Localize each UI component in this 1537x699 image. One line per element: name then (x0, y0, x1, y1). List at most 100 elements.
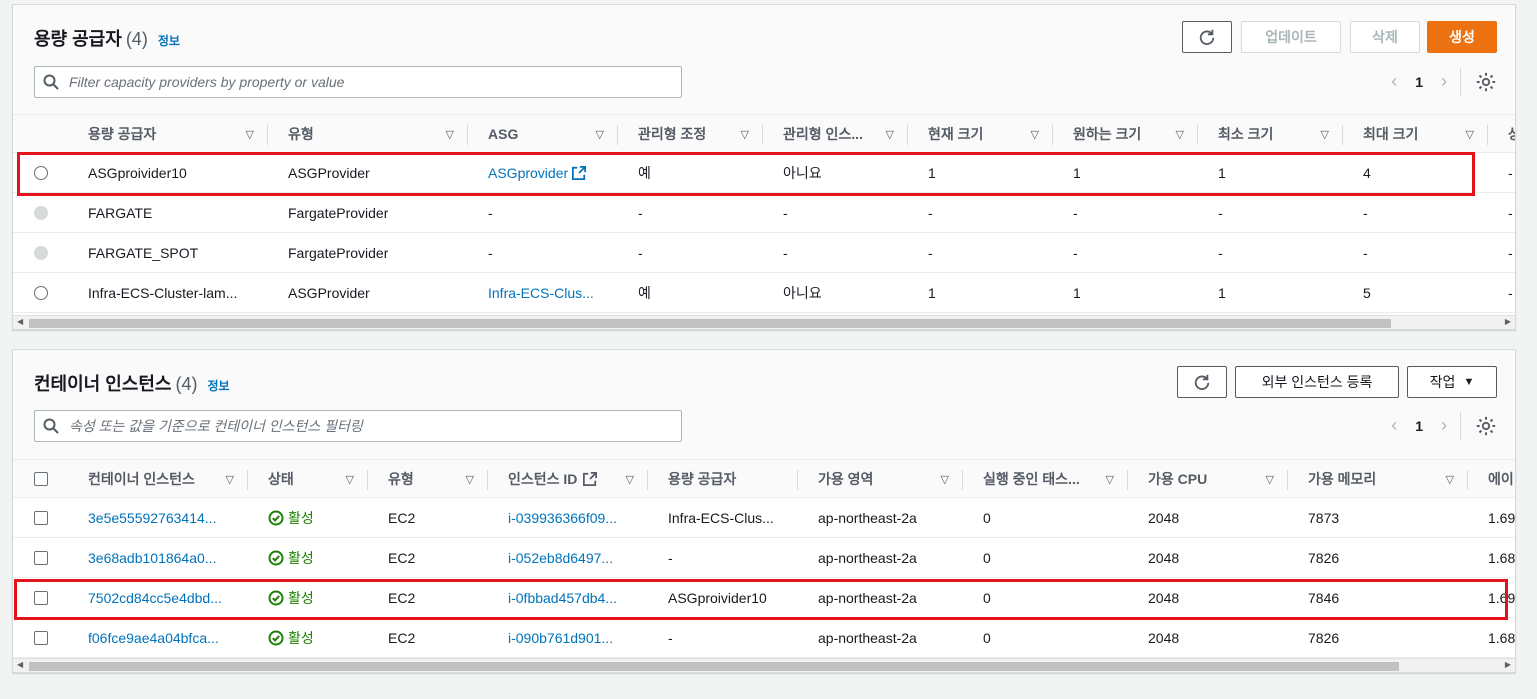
row-checkbox[interactable] (34, 591, 48, 605)
check-circle-icon (268, 510, 284, 526)
column-header[interactable]: 최소 크기 ▽ (1218, 115, 1343, 153)
capacity-providers-filter-input[interactable] (69, 74, 649, 90)
scroll-right-icon[interactable]: ▶ (1505, 317, 1511, 326)
capacity-providers-filter[interactable] (34, 66, 682, 98)
row-checkbox[interactable] (34, 551, 48, 565)
update-button[interactable]: 업데이트 (1241, 21, 1341, 53)
next-page-icon[interactable]: › (1441, 71, 1447, 92)
gear-icon[interactable] (1475, 415, 1497, 437)
column-header[interactable]: 유형 ▽ (388, 460, 488, 498)
capacity-providers-count: (4) (125, 29, 148, 49)
capacity-providers-info-link[interactable]: 정보 (158, 32, 180, 49)
refresh-button[interactable] (1182, 21, 1232, 53)
gear-icon[interactable] (1475, 71, 1497, 93)
register-external-instance-button[interactable]: 외부 인스턴스 등록 (1235, 366, 1399, 398)
external-link-icon (572, 166, 587, 180)
scroll-right-icon[interactable]: ▶ (1505, 660, 1511, 669)
container-instance-link[interactable]: 7502cd84cc5e4dbd... (88, 578, 222, 618)
scroll-left-icon[interactable]: ◀ (17, 317, 23, 326)
capacity-providers-panel: 용량 공급자 (4) 정보 업데이트 삭제 생성 ‹ 1 › 용량 공급자▽ 유… (12, 4, 1516, 330)
row-checkbox[interactable] (34, 511, 48, 525)
column-header[interactable]: 실행 중인 태스... ▽ (983, 460, 1128, 498)
capacity-providers-table: 용량 공급자 ▽ 유형 ▽ ASG ▽ 관리형 조정 ▽ 관리형 인스... ▽ 현재 크… (13, 115, 1515, 313)
next-page-icon[interactable]: › (1441, 415, 1447, 436)
refresh-icon (1194, 374, 1210, 390)
column-header[interactable]: 용량 공급자 ▽ (88, 115, 268, 153)
column-header[interactable]: 유형 ▽ (288, 115, 468, 153)
container-instances-header: 컨테이너 인스턴스 (4) 정보 외부 인스턴스 등록 작업▼ ‹ 1 › (13, 350, 1515, 460)
asg-link[interactable]: ASGprovider (488, 153, 587, 193)
actions-dropdown-button[interactable]: 작업 ▼ (1407, 366, 1497, 398)
table-row[interactable]: Infra-ECS-Cluster-lam... ASGProvider Inf… (13, 273, 1515, 313)
select-all-checkbox[interactable] (34, 472, 48, 486)
column-header[interactable]: 관리형 인스... ▽ (783, 115, 908, 153)
column-header[interactable]: 현재 크기 ▽ (928, 115, 1053, 153)
scroll-left-icon[interactable]: ◀ (17, 660, 23, 669)
container-instances-filter-input[interactable] (69, 418, 649, 434)
current-page[interactable]: 1 (1415, 74, 1423, 90)
column-header[interactable]: 상 (1508, 115, 1515, 153)
pager-divider (1460, 412, 1461, 440)
instance-id-link[interactable]: i-039936366f09... (508, 498, 617, 538)
row-radio (34, 206, 48, 220)
scrollbar-thumb[interactable] (29, 662, 1399, 671)
instance-id-link[interactable]: i-0fbbad457db4... (508, 578, 617, 618)
column-header[interactable]: 가용 메모리 ▽ (1308, 460, 1468, 498)
caret-down-icon: ▼ (1463, 376, 1475, 388)
column-header[interactable]: 가용 영역 ▽ (818, 460, 963, 498)
container-instance-link[interactable]: 3e5e55592763414... (88, 498, 216, 538)
row-radio[interactable] (34, 286, 48, 300)
prev-page-icon[interactable]: ‹ (1391, 415, 1397, 436)
check-circle-icon (268, 590, 284, 606)
column-header[interactable]: 최대 크기 ▽ (1363, 115, 1488, 153)
search-icon (43, 418, 59, 434)
column-header[interactable]: 원하는 크기 ▽ (1073, 115, 1198, 153)
delete-button[interactable]: 삭제 (1350, 21, 1420, 53)
horizontal-scrollbar[interactable]: ◀ ▶ (13, 658, 1515, 672)
instance-id-link[interactable]: i-052eb8d6497... (508, 538, 613, 578)
container-instances-panel: 컨테이너 인스턴스 (4) 정보 외부 인스턴스 등록 작업▼ ‹ 1 › 컨테… (12, 349, 1516, 673)
container-instance-link[interactable]: 3e68adb101864a0... (88, 538, 216, 578)
row-radio[interactable] (34, 166, 48, 180)
container-instances-info-link[interactable]: 정보 (207, 377, 229, 394)
current-page[interactable]: 1 (1415, 418, 1423, 434)
horizontal-scrollbar[interactable]: ◀ ▶ (13, 315, 1515, 329)
refresh-button[interactable] (1177, 366, 1227, 398)
column-header[interactable]: 에이 (1488, 460, 1515, 498)
column-header[interactable]: 용량 공급자 (668, 460, 798, 498)
prev-page-icon[interactable]: ‹ (1391, 71, 1397, 92)
container-instances-filter[interactable] (34, 410, 682, 442)
table-row[interactable]: ASGproivider10 ASGProvider ASGprovider 예… (13, 153, 1515, 193)
status-badge: 활성 (268, 538, 314, 578)
row-checkbox[interactable] (34, 631, 48, 645)
instance-id-link[interactable]: i-090b761d901... (508, 618, 613, 658)
check-circle-icon (268, 630, 284, 646)
table-row[interactable]: f06fce9ae4a04bfca... 활성 EC2 i-090b761d90… (13, 618, 1515, 658)
container-instances-table: 컨테이너 인스턴스 ▽ 상태 ▽ 유형 ▽ 인스턴스 ID ▽ 용량 공급자 가용 영역… (13, 460, 1515, 658)
create-button[interactable]: 생성 (1427, 21, 1497, 53)
table-row[interactable]: 7502cd84cc5e4dbd... 활성 EC2 i-0fbbad457db… (13, 578, 1515, 618)
table-row[interactable]: FARGATE FargateProvider - - - - - - - - (13, 193, 1515, 233)
table-row[interactable]: 3e5e55592763414... 활성 EC2 i-039936366f09… (13, 498, 1515, 538)
column-header[interactable]: 관리형 조정 ▽ (638, 115, 763, 153)
column-header[interactable]: 인스턴스 ID ▽ (508, 460, 648, 498)
column-header[interactable]: 컨테이너 인스턴스 ▽ (88, 460, 248, 498)
table-header: 용량 공급자 ▽ 유형 ▽ ASG ▽ 관리형 조정 ▽ 관리형 인스... ▽ 현재 크… (13, 115, 1515, 153)
column-header[interactable]: 상태 ▽ (268, 460, 368, 498)
column-header[interactable]: 가용 CPU ▽ (1148, 460, 1288, 498)
column-header[interactable]: ASG ▽ (488, 115, 618, 153)
check-circle-icon (268, 550, 284, 566)
status-badge: 활성 (268, 498, 314, 538)
select-all[interactable] (34, 460, 64, 498)
capacity-providers-title: 용량 공급자 (4) 정보 (34, 29, 180, 49)
table-row[interactable]: FARGATE_SPOT FargateProvider - - - - - -… (13, 233, 1515, 273)
container-instance-link[interactable]: f06fce9ae4a04bfca... (88, 618, 219, 658)
capacity-providers-header: 용량 공급자 (4) 정보 업데이트 삭제 생성 ‹ 1 › (13, 5, 1515, 115)
asg-link[interactable]: Infra-ECS-Clus... (488, 273, 594, 313)
row-radio (34, 246, 48, 260)
scrollbar-thumb[interactable] (29, 319, 1391, 328)
pager-divider (1460, 68, 1461, 96)
container-instances-count: (4) (175, 374, 198, 394)
table-row[interactable]: 3e68adb101864a0... 활성 EC2 i-052eb8d6497.… (13, 538, 1515, 578)
external-link-icon (583, 472, 598, 486)
